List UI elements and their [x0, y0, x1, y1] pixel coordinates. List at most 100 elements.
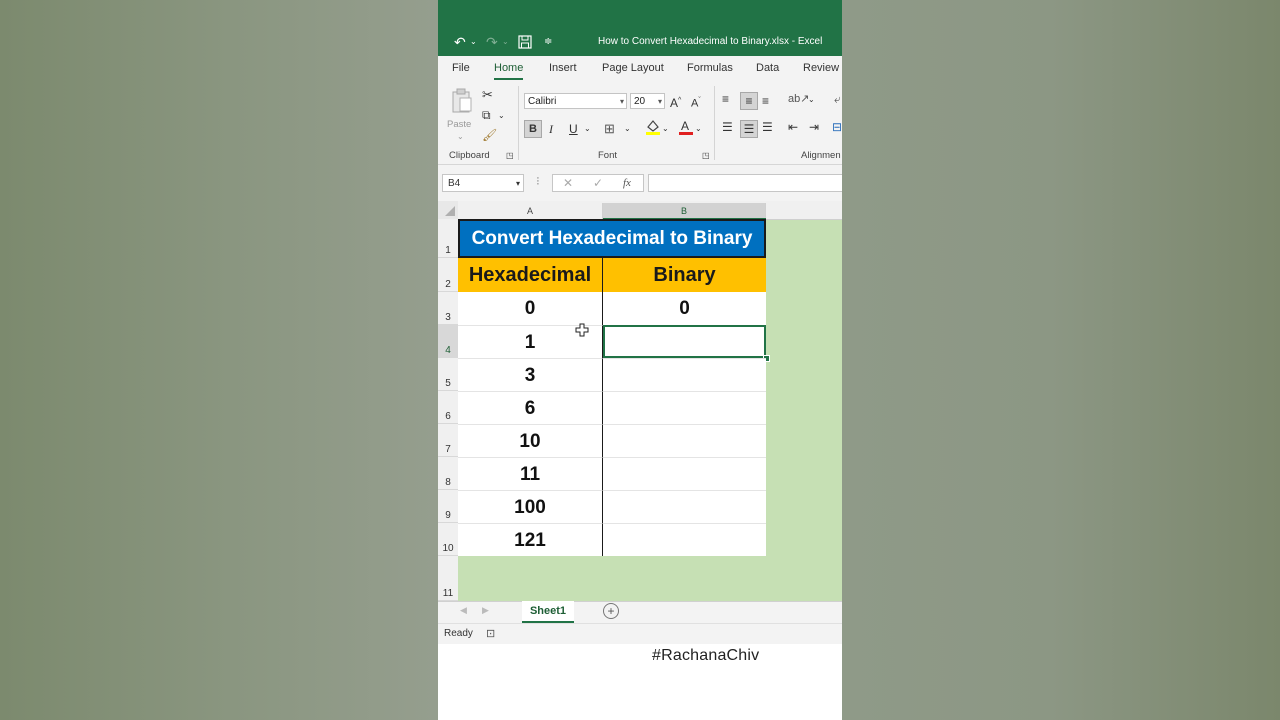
paste-icon[interactable] — [450, 88, 474, 114]
bottom-align-icon[interactable]: ≡ — [762, 92, 769, 110]
increase-font-icon[interactable]: A^ — [670, 92, 681, 110]
clipboard-launcher-icon[interactable]: ◳ — [506, 150, 514, 162]
bold-button[interactable]: B — [524, 120, 542, 138]
underline-dropdown-icon[interactable]: ⌄ — [584, 120, 591, 138]
title-bar: ↶ ⌄ ↷ ⌄ ≑ How to Convert Hexadecimal to … — [438, 0, 842, 56]
font-group-label: Font — [598, 150, 618, 161]
prev-sheet-icon[interactable]: ◀ — [460, 605, 467, 616]
binary-cell-selected[interactable] — [603, 325, 766, 358]
tab-insert[interactable]: Insert — [549, 62, 577, 74]
select-all-corner[interactable] — [438, 201, 458, 219]
binary-cell[interactable] — [603, 523, 766, 556]
binary-cell[interactable] — [603, 391, 766, 424]
align-center-icon[interactable]: ☰ — [740, 120, 758, 138]
hex-cell[interactable]: 11 — [458, 457, 603, 490]
borders-icon[interactable]: ⊞ — [604, 120, 615, 138]
binary-cell[interactable] — [603, 490, 766, 523]
hex-cell[interactable]: 3 — [458, 358, 603, 391]
row-header-1[interactable]: 1 — [438, 219, 458, 258]
header-hexadecimal-cell[interactable]: Hexadecimal — [458, 258, 603, 292]
hex-cell[interactable]: 100 — [458, 490, 603, 523]
chevron-down-icon: ▾ — [657, 97, 662, 106]
redo-icon[interactable]: ↷ — [486, 32, 498, 52]
name-box[interactable]: B4 ▾ — [442, 174, 524, 192]
tab-data[interactable]: Data — [756, 62, 779, 74]
column-header-a[interactable]: A — [458, 203, 603, 219]
row-header-11[interactable]: 11 — [438, 556, 458, 601]
font-name-value: Calibri — [528, 96, 557, 107]
row-header-9[interactable]: 9 — [438, 490, 458, 523]
save-icon[interactable] — [518, 32, 532, 52]
enter-icon[interactable]: ✓ — [593, 175, 603, 192]
row-header-7[interactable]: 7 — [438, 424, 458, 457]
binary-cell[interactable] — [603, 358, 766, 391]
row-header-5[interactable]: 5 — [438, 358, 458, 391]
fill-color-dropdown-icon[interactable]: ⌄ — [662, 120, 669, 138]
copy-icon[interactable]: ⧉ — [482, 106, 491, 124]
orientation-icon[interactable]: ab↗ — [788, 90, 809, 108]
tab-home[interactable]: Home — [494, 62, 524, 80]
cancel-icon[interactable]: ✕ — [563, 175, 573, 192]
align-left-icon[interactable]: ☰ — [722, 118, 733, 136]
italic-button[interactable]: I — [549, 120, 553, 138]
customize-qat-icon[interactable]: ≑ — [544, 32, 552, 52]
increase-indent-icon[interactable]: ⇥ — [809, 118, 819, 136]
redo-dropdown-icon[interactable]: ⌄ — [502, 32, 509, 52]
decrease-indent-icon[interactable]: ⇤ — [788, 118, 798, 136]
tab-formulas[interactable]: Formulas — [687, 62, 733, 74]
cell-cursor-icon — [575, 323, 589, 337]
hex-cell[interactable]: 6 — [458, 391, 603, 424]
row-header-6[interactable]: 6 — [438, 391, 458, 424]
binary-cell[interactable]: 0 — [603, 292, 766, 325]
add-sheet-icon[interactable]: + — [603, 603, 619, 619]
row-number: 11 — [442, 588, 454, 599]
hex-cell[interactable]: 121 — [458, 523, 603, 556]
row-header-3[interactable]: 3 — [438, 292, 458, 325]
next-sheet-icon[interactable]: ▶ — [482, 605, 489, 616]
font-color-icon[interactable]: A — [678, 118, 694, 136]
fill-color-icon[interactable] — [645, 118, 661, 136]
orientation-dropdown-icon[interactable]: ⌄ — [808, 91, 815, 109]
column-header-b[interactable]: B — [603, 203, 766, 219]
alignment-group-label: Alignmen — [801, 150, 841, 161]
hex-cell[interactable]: 10 — [458, 424, 603, 457]
paste-dropdown-icon[interactable]: ⌄ — [457, 128, 464, 146]
font-name-select[interactable]: Calibri ▾ — [524, 93, 627, 109]
align-right-icon[interactable]: ☰ — [762, 118, 773, 136]
font-size-select[interactable]: 20 ▾ — [630, 93, 665, 109]
font-launcher-icon[interactable]: ◳ — [702, 150, 710, 162]
font-color-dropdown-icon[interactable]: ⌄ — [695, 120, 702, 138]
ribbon-tabs: File Home Insert Page Layout Formulas Da… — [438, 56, 842, 82]
binary-cell[interactable] — [603, 457, 766, 490]
more-icon: ⁝ — [536, 174, 540, 188]
tab-file[interactable]: File — [452, 62, 470, 74]
table-title-cell[interactable]: Convert Hexadecimal to Binary — [458, 219, 766, 258]
cut-icon[interactable]: ✂ — [482, 86, 493, 104]
copy-dropdown-icon[interactable]: ⌄ — [498, 107, 505, 125]
hex-cell[interactable]: 0 — [458, 292, 603, 325]
merge-center-icon[interactable]: ⊟ — [832, 118, 842, 136]
undo-icon[interactable]: ↶ — [454, 32, 466, 52]
middle-align-icon[interactable]: ≡ — [740, 92, 758, 110]
formula-input[interactable] — [648, 174, 842, 192]
row-header-2[interactable]: 2 — [438, 258, 458, 292]
undo-dropdown-icon[interactable]: ⌄ — [470, 32, 477, 52]
tab-page-layout[interactable]: Page Layout — [602, 62, 664, 74]
underline-button[interactable]: U — [569, 120, 578, 138]
ribbon-separator — [518, 86, 519, 160]
tab-review[interactable]: Review — [803, 62, 839, 74]
header-binary-cell[interactable]: Binary — [603, 258, 766, 292]
decrease-font-icon[interactable]: Aˇ — [691, 92, 701, 110]
top-align-icon[interactable]: ≡ — [722, 90, 729, 108]
binary-cell[interactable] — [603, 424, 766, 457]
row-number: 4 — [445, 345, 451, 356]
row-header-4[interactable]: 4 — [438, 325, 458, 358]
insert-function-icon[interactable]: fx — [623, 175, 631, 192]
format-painter-icon[interactable]: 🖌 — [482, 126, 497, 144]
row-header-8[interactable]: 8 — [438, 457, 458, 490]
row-header-10[interactable]: 10 — [438, 523, 458, 556]
borders-dropdown-icon[interactable]: ⌄ — [624, 120, 631, 138]
sheet-tab-sheet1[interactable]: Sheet1 — [522, 601, 574, 623]
macro-record-icon[interactable]: ⊡ — [486, 627, 495, 640]
wrap-text-icon[interactable]: ⤶ — [834, 90, 841, 108]
